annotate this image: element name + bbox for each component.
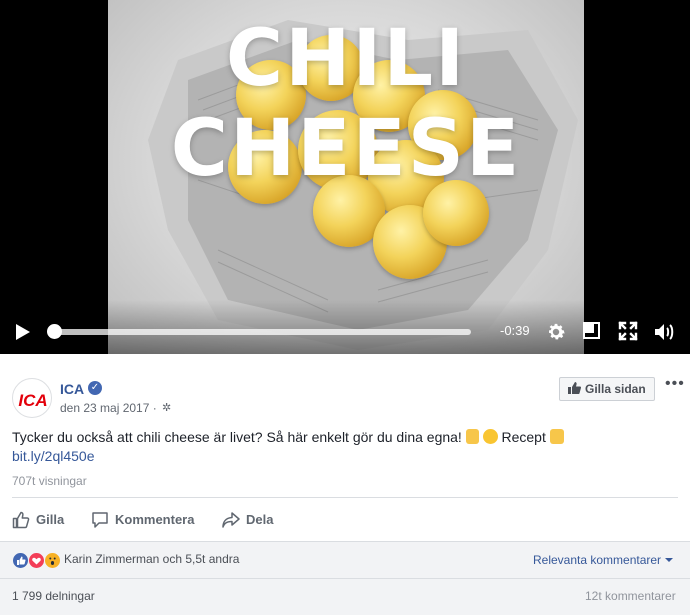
progress-knob[interactable] <box>47 324 62 339</box>
divider <box>0 578 690 579</box>
more-options-icon[interactable]: ••• <box>665 375 685 393</box>
pointing-down-emoji-icon <box>465 429 479 444</box>
divider <box>12 497 678 498</box>
comment-count[interactable]: 12t kommentarer <box>585 589 676 603</box>
comment-icon <box>92 512 108 528</box>
wow-reaction-icon[interactable] <box>44 552 61 569</box>
comment-label: Kommentera <box>115 512 195 527</box>
post-text: Tycker du också att chili cheese är live… <box>12 428 672 466</box>
video-player[interactable]: CHILI CHEESE -0:39 <box>0 0 690 354</box>
smiling-face-emoji-icon <box>482 429 498 444</box>
thumbs-up-icon <box>12 511 30 529</box>
thumbs-up-icon <box>568 382 581 394</box>
public-audience-icon: ✲ <box>162 402 172 414</box>
picture-in-picture-icon[interactable] <box>583 322 600 339</box>
view-count: 707t visningar <box>12 474 87 488</box>
like-label: Gilla <box>36 512 65 527</box>
share-icon <box>222 512 240 528</box>
gear-icon[interactable] <box>545 321 567 343</box>
video-overlay-line1: CHILI <box>225 14 467 104</box>
comment-button[interactable]: Kommentera <box>91 510 201 530</box>
like-button[interactable]: Gilla <box>12 510 72 530</box>
post-date[interactable]: den 23 maj 2017 · <box>60 401 157 415</box>
relevant-comments-label: Relevanta kommentarer <box>533 553 662 567</box>
page-avatar[interactable]: ICA <box>12 378 52 418</box>
like-page-button[interactable]: Gilla sidan <box>559 377 655 401</box>
play-icon[interactable] <box>16 324 30 340</box>
progress-bar[interactable] <box>50 329 471 335</box>
verified-badge-icon: ✓ <box>88 381 102 395</box>
fullscreen-icon[interactable] <box>618 321 638 341</box>
pointing-right-emoji-icon <box>549 429 564 444</box>
share-label: Dela <box>246 512 274 527</box>
recipe-link[interactable]: bit.ly/2ql450e <box>12 448 95 464</box>
like-reaction-icon[interactable] <box>12 552 29 569</box>
svg-text:ICA: ICA <box>18 391 47 410</box>
volume-icon[interactable] <box>653 321 677 343</box>
share-count[interactable]: 1 799 delningar <box>12 589 95 603</box>
love-reaction-icon[interactable] <box>28 552 45 569</box>
recipe-label: Recept <box>501 429 546 445</box>
time-remaining: -0:39 <box>500 323 530 338</box>
ica-logo-icon: ICA <box>18 391 47 410</box>
reaction-names[interactable]: Karin Zimmerman och 5,5t andra <box>64 552 239 566</box>
video-overlay-line2: CHEESE <box>170 104 522 194</box>
relevant-comments-dropdown[interactable]: Relevanta kommentarer <box>533 553 674 567</box>
caret-down-icon <box>665 558 674 562</box>
post-body: Tycker du också att chili cheese är live… <box>12 429 462 445</box>
share-button[interactable]: Dela <box>222 510 282 530</box>
page-name[interactable]: ICA <box>60 381 84 397</box>
like-page-label: Gilla sidan <box>585 382 646 396</box>
video-controls: -0:39 <box>0 300 690 354</box>
